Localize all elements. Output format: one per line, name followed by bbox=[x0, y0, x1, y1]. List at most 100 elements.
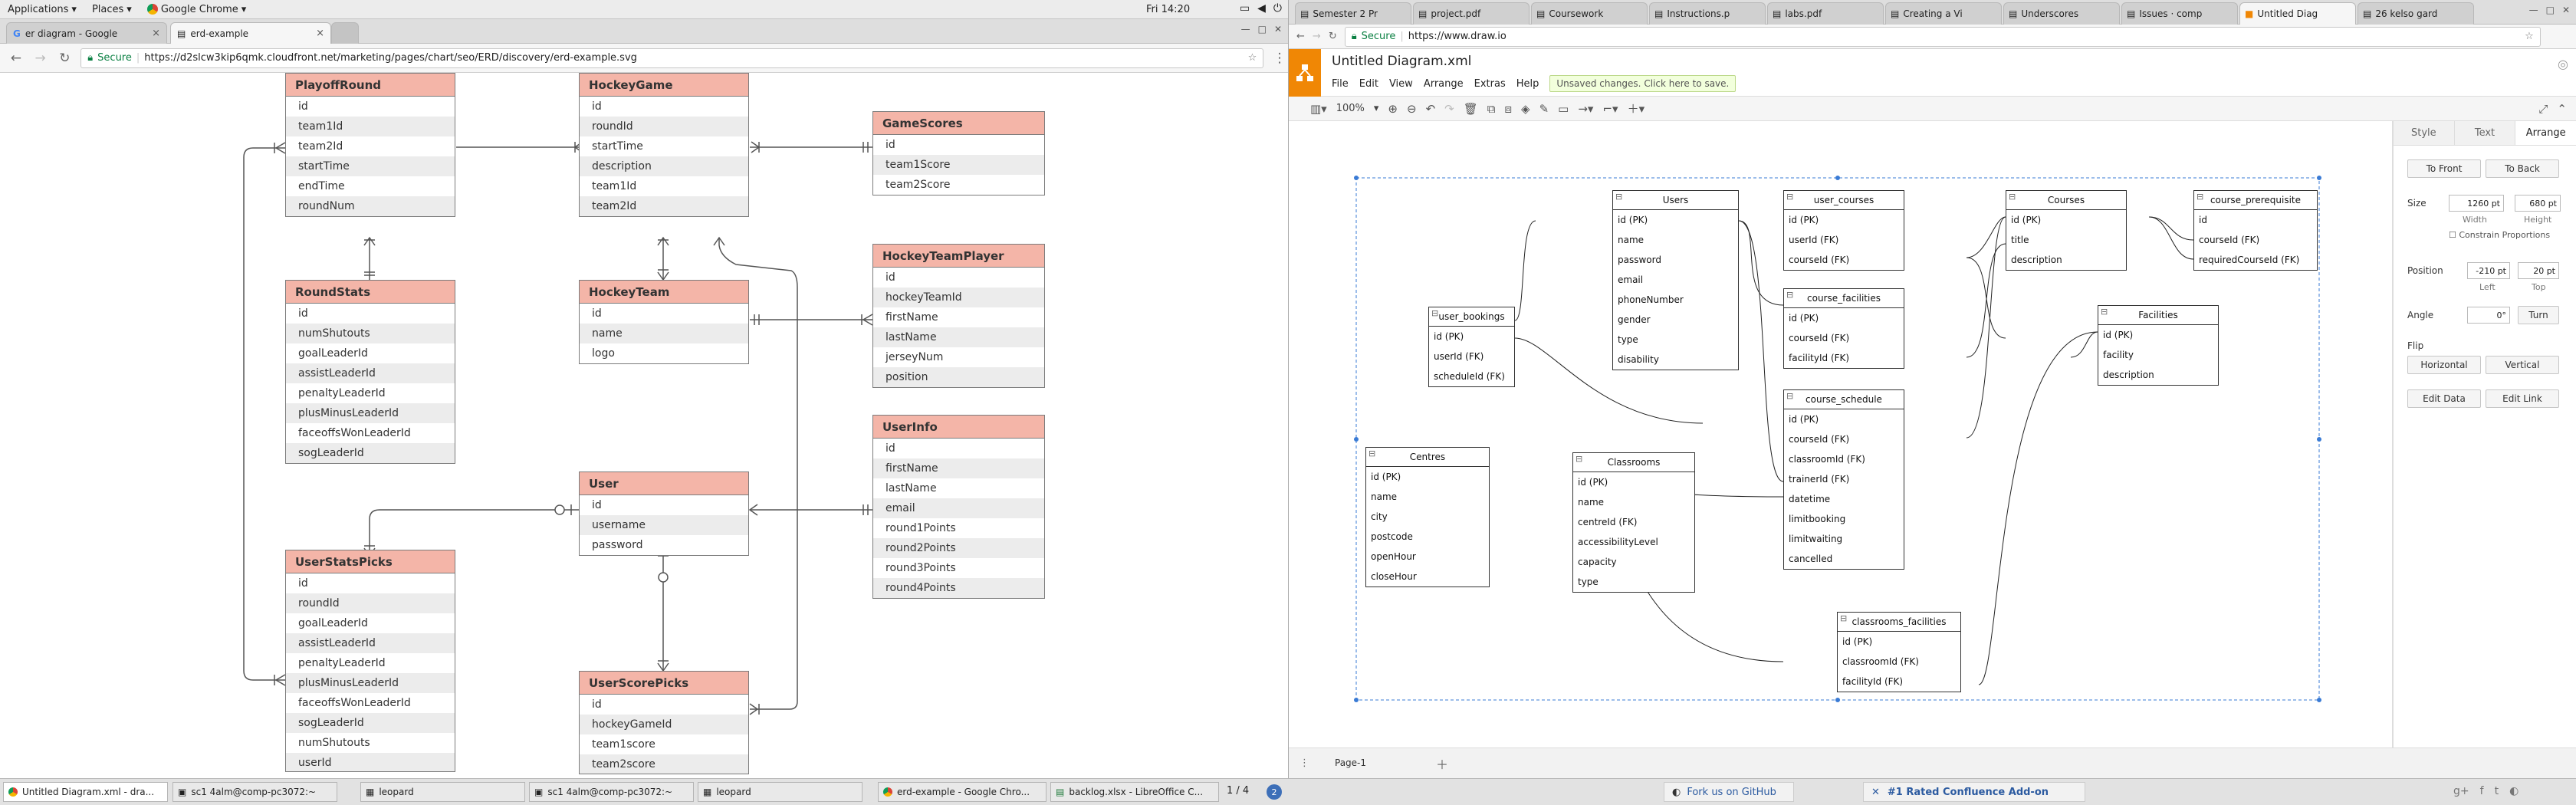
star-icon[interactable]: ☆ bbox=[1248, 52, 1257, 64]
edit-data-button[interactable]: Edit Data bbox=[2407, 389, 2481, 408]
delete-icon[interactable]: 🗑︎ bbox=[1464, 102, 1478, 116]
table-courses[interactable]: Courses id (PK) title description bbox=[2006, 190, 2127, 271]
entity-user[interactable]: User id username password bbox=[579, 472, 749, 556]
collapse-icon[interactable]: ⌃ bbox=[2557, 102, 2567, 116]
table-user-bookings[interactable]: user_bookings id (PK) userId (FK) schedu… bbox=[1428, 307, 1515, 387]
entity-hockeyteam[interactable]: HockeyTeam id name logo bbox=[579, 280, 749, 364]
table-course-schedule[interactable]: course_schedule id (PK) courseId (FK) cl… bbox=[1783, 389, 1904, 570]
table-users[interactable]: Users id (PK) name password email phoneN… bbox=[1612, 190, 1739, 370]
entity-gamescores[interactable]: GameScores id team1Score team2Score bbox=[872, 111, 1045, 196]
tab-erd-example[interactable]: ▤ erd-example × bbox=[170, 22, 331, 44]
left-input[interactable]: -210 pt bbox=[2467, 262, 2510, 279]
table-centres[interactable]: Centres id (PK) name city postcode openH… bbox=[1365, 447, 1490, 587]
new-tab-button[interactable] bbox=[331, 22, 359, 44]
tab-text[interactable]: Text bbox=[2454, 121, 2516, 145]
task-untitled-diagram[interactable]: Untitled Diagram.xml - dra... bbox=[3, 782, 168, 802]
menu-file[interactable]: File bbox=[1332, 78, 1349, 90]
url-input[interactable]: 🔒︎ Secure | https://d2slcw3kip6qmk.cloud… bbox=[80, 48, 1264, 68]
flip-vertical-button[interactable]: Vertical bbox=[2486, 356, 2559, 374]
insert-icon[interactable]: ＋▾ bbox=[1628, 100, 1645, 117]
twitter-icon[interactable]: t bbox=[2495, 785, 2499, 797]
edit-link-button[interactable]: Edit Link bbox=[2486, 389, 2559, 408]
redo-icon[interactable]: ↷ bbox=[1444, 102, 1454, 116]
diagram-canvas[interactable]: user_bookings id (PK) userId (FK) schedu… bbox=[1304, 121, 2393, 748]
notification-icon[interactable]: 2 bbox=[1267, 784, 1282, 800]
diagram-title[interactable]: Untitled Diagram.xml bbox=[1332, 54, 1471, 69]
line-color-icon[interactable]: ✎ bbox=[1539, 102, 1549, 116]
entity-hockeygame[interactable]: HockeyGame id roundId startTime descript… bbox=[579, 73, 749, 217]
system-tray[interactable]: ▭ ◀ ⏻ bbox=[1240, 2, 1282, 15]
tab-labs-pdf[interactable]: ▤ labs.pdf bbox=[1767, 2, 1884, 25]
tab-instructions[interactable]: ▤ Instructions.p bbox=[1649, 2, 1766, 25]
tab-arrange[interactable]: Arrange bbox=[2515, 121, 2576, 145]
pages-menu-icon[interactable]: ⋮ bbox=[1300, 757, 1309, 769]
reload-icon[interactable]: ↻ bbox=[57, 51, 74, 66]
facebook-icon[interactable]: f bbox=[2480, 785, 2484, 797]
power-icon[interactable]: ⏻ bbox=[1273, 2, 1282, 15]
task-erd-example[interactable]: erd-example - Google Chro... bbox=[878, 782, 1046, 802]
task-terminal-2[interactable]: ▣ sc1 4alm@comp-pc3072:~ bbox=[529, 782, 694, 802]
table-facilities[interactable]: Facilities id (PK) facility description bbox=[2098, 305, 2219, 386]
zoom-level[interactable]: 100% bbox=[1336, 103, 1365, 114]
tab-underscores[interactable]: ▤ Underscores bbox=[2003, 2, 2120, 25]
table-classrooms-facilities[interactable]: classrooms_facilities id (PK) classroomI… bbox=[1837, 612, 1961, 692]
url-input[interactable]: 🔒︎ Secure | https://www.draw.io ☆ bbox=[1344, 26, 2541, 47]
close-icon[interactable]: × bbox=[152, 28, 160, 39]
maximize-icon[interactable]: □ bbox=[1258, 24, 1267, 34]
entity-userscorepicks[interactable]: UserScorePicks id hockeyGameId team1scor… bbox=[579, 671, 749, 774]
menu-edit[interactable]: Edit bbox=[1359, 78, 1378, 90]
reload-icon[interactable]: ↻ bbox=[1329, 31, 1337, 42]
tab-coursework[interactable]: ▤ Coursework bbox=[1531, 2, 1648, 25]
tab-creating[interactable]: ▤ Creating a Vi bbox=[1885, 2, 2002, 25]
close-window-icon[interactable]: ✕ bbox=[1274, 24, 1282, 34]
minimize-icon[interactable]: — bbox=[2529, 5, 2538, 15]
table-classrooms[interactable]: Classrooms id (PK) name centreId (FK) ac… bbox=[1572, 452, 1695, 593]
table-user-courses[interactable]: user_courses id (PK) userId (FK) courseI… bbox=[1783, 190, 1904, 271]
task-terminal-1[interactable]: ▣ sc1 4alm@comp-pc3072:~ bbox=[172, 782, 337, 802]
places-menu[interactable]: Places ▾ bbox=[84, 4, 140, 15]
tab-style[interactable]: Style bbox=[2394, 121, 2455, 145]
menu-extras[interactable]: Extras bbox=[1474, 78, 1506, 90]
menu-view[interactable]: View bbox=[1389, 78, 1413, 90]
to-front-icon[interactable]: ⧉ bbox=[1487, 102, 1496, 116]
constrain-checkbox[interactable]: ☐ Constrain Proportions bbox=[2449, 230, 2550, 240]
page-tab[interactable]: Page-1 bbox=[1335, 757, 1366, 768]
star-icon[interactable]: ☆ bbox=[2525, 31, 2534, 42]
entity-userstatspicks[interactable]: UserStatsPicks id roundId goalLeaderId a… bbox=[285, 550, 455, 772]
turn-button[interactable]: Turn bbox=[2518, 306, 2559, 324]
view-layout-icon[interactable]: ▥▾ bbox=[1310, 102, 1327, 116]
waypoints-icon[interactable]: ⌐▾ bbox=[1602, 102, 1618, 116]
top-input[interactable]: 20 pt bbox=[2518, 262, 2559, 279]
chrome-app-menu[interactable]: Google Chrome ▾ bbox=[140, 4, 255, 15]
tab-semester[interactable]: ▤ Semester 2 Pr bbox=[1295, 2, 1411, 25]
google-plus-icon[interactable]: g+ bbox=[2453, 785, 2469, 797]
to-back-icon[interactable]: ⧈ bbox=[1504, 102, 1512, 116]
volume-icon[interactable]: ◀ bbox=[1257, 2, 1266, 15]
unsaved-changes-button[interactable]: Unsaved changes. Click here to save. bbox=[1549, 75, 1737, 92]
back-arrow-icon[interactable]: ← bbox=[1296, 31, 1305, 42]
connection-icon[interactable]: →▾ bbox=[1578, 102, 1593, 116]
menu-arrange[interactable]: Arrange bbox=[1424, 78, 1464, 90]
flip-horizontal-button[interactable]: Horizontal bbox=[2407, 356, 2481, 374]
language-globe-icon[interactable]: ◎ bbox=[2558, 57, 2568, 71]
confluence-banner[interactable]: ✕ #1 Rated Confluence Add-on bbox=[1863, 782, 2085, 802]
width-input[interactable]: 1260 pt bbox=[2449, 195, 2504, 212]
task-leopard-2[interactable]: ▦ leopard bbox=[698, 782, 863, 802]
entity-hockeyteamplayer[interactable]: HockeyTeamPlayer id hockeyTeamId firstNa… bbox=[872, 244, 1045, 388]
add-page-icon[interactable]: ＋ bbox=[1436, 754, 1448, 773]
fullscreen-icon[interactable]: ⤢ bbox=[2538, 102, 2548, 116]
workspace-pager[interactable]: 1 / 4 bbox=[1227, 785, 1249, 797]
menu-kebab-icon[interactable]: ⋮ bbox=[1271, 51, 1288, 66]
github-banner[interactable]: ◐ Fork us on GitHub bbox=[1664, 782, 1794, 802]
entity-playoffround[interactable]: PlayoffRound id team1Id team2Id startTim… bbox=[285, 73, 455, 217]
tab-issues[interactable]: ▤ Issues · comp bbox=[2121, 2, 2238, 25]
zoom-out-icon[interactable]: ⊖ bbox=[1407, 102, 1417, 116]
menu-help[interactable]: Help bbox=[1516, 78, 1539, 90]
forward-arrow-icon[interactable]: → bbox=[1313, 31, 1321, 42]
height-input[interactable]: 680 pt bbox=[2515, 195, 2561, 212]
tab-project-pdf[interactable]: ▤ project.pdf bbox=[1413, 2, 1530, 25]
shadow-icon[interactable]: ▭ bbox=[1558, 102, 1569, 116]
network-icon[interactable]: ▭ bbox=[1240, 2, 1250, 15]
forward-arrow-icon[interactable]: → bbox=[32, 51, 49, 66]
github-small-icon[interactable]: ◐ bbox=[2509, 785, 2518, 797]
